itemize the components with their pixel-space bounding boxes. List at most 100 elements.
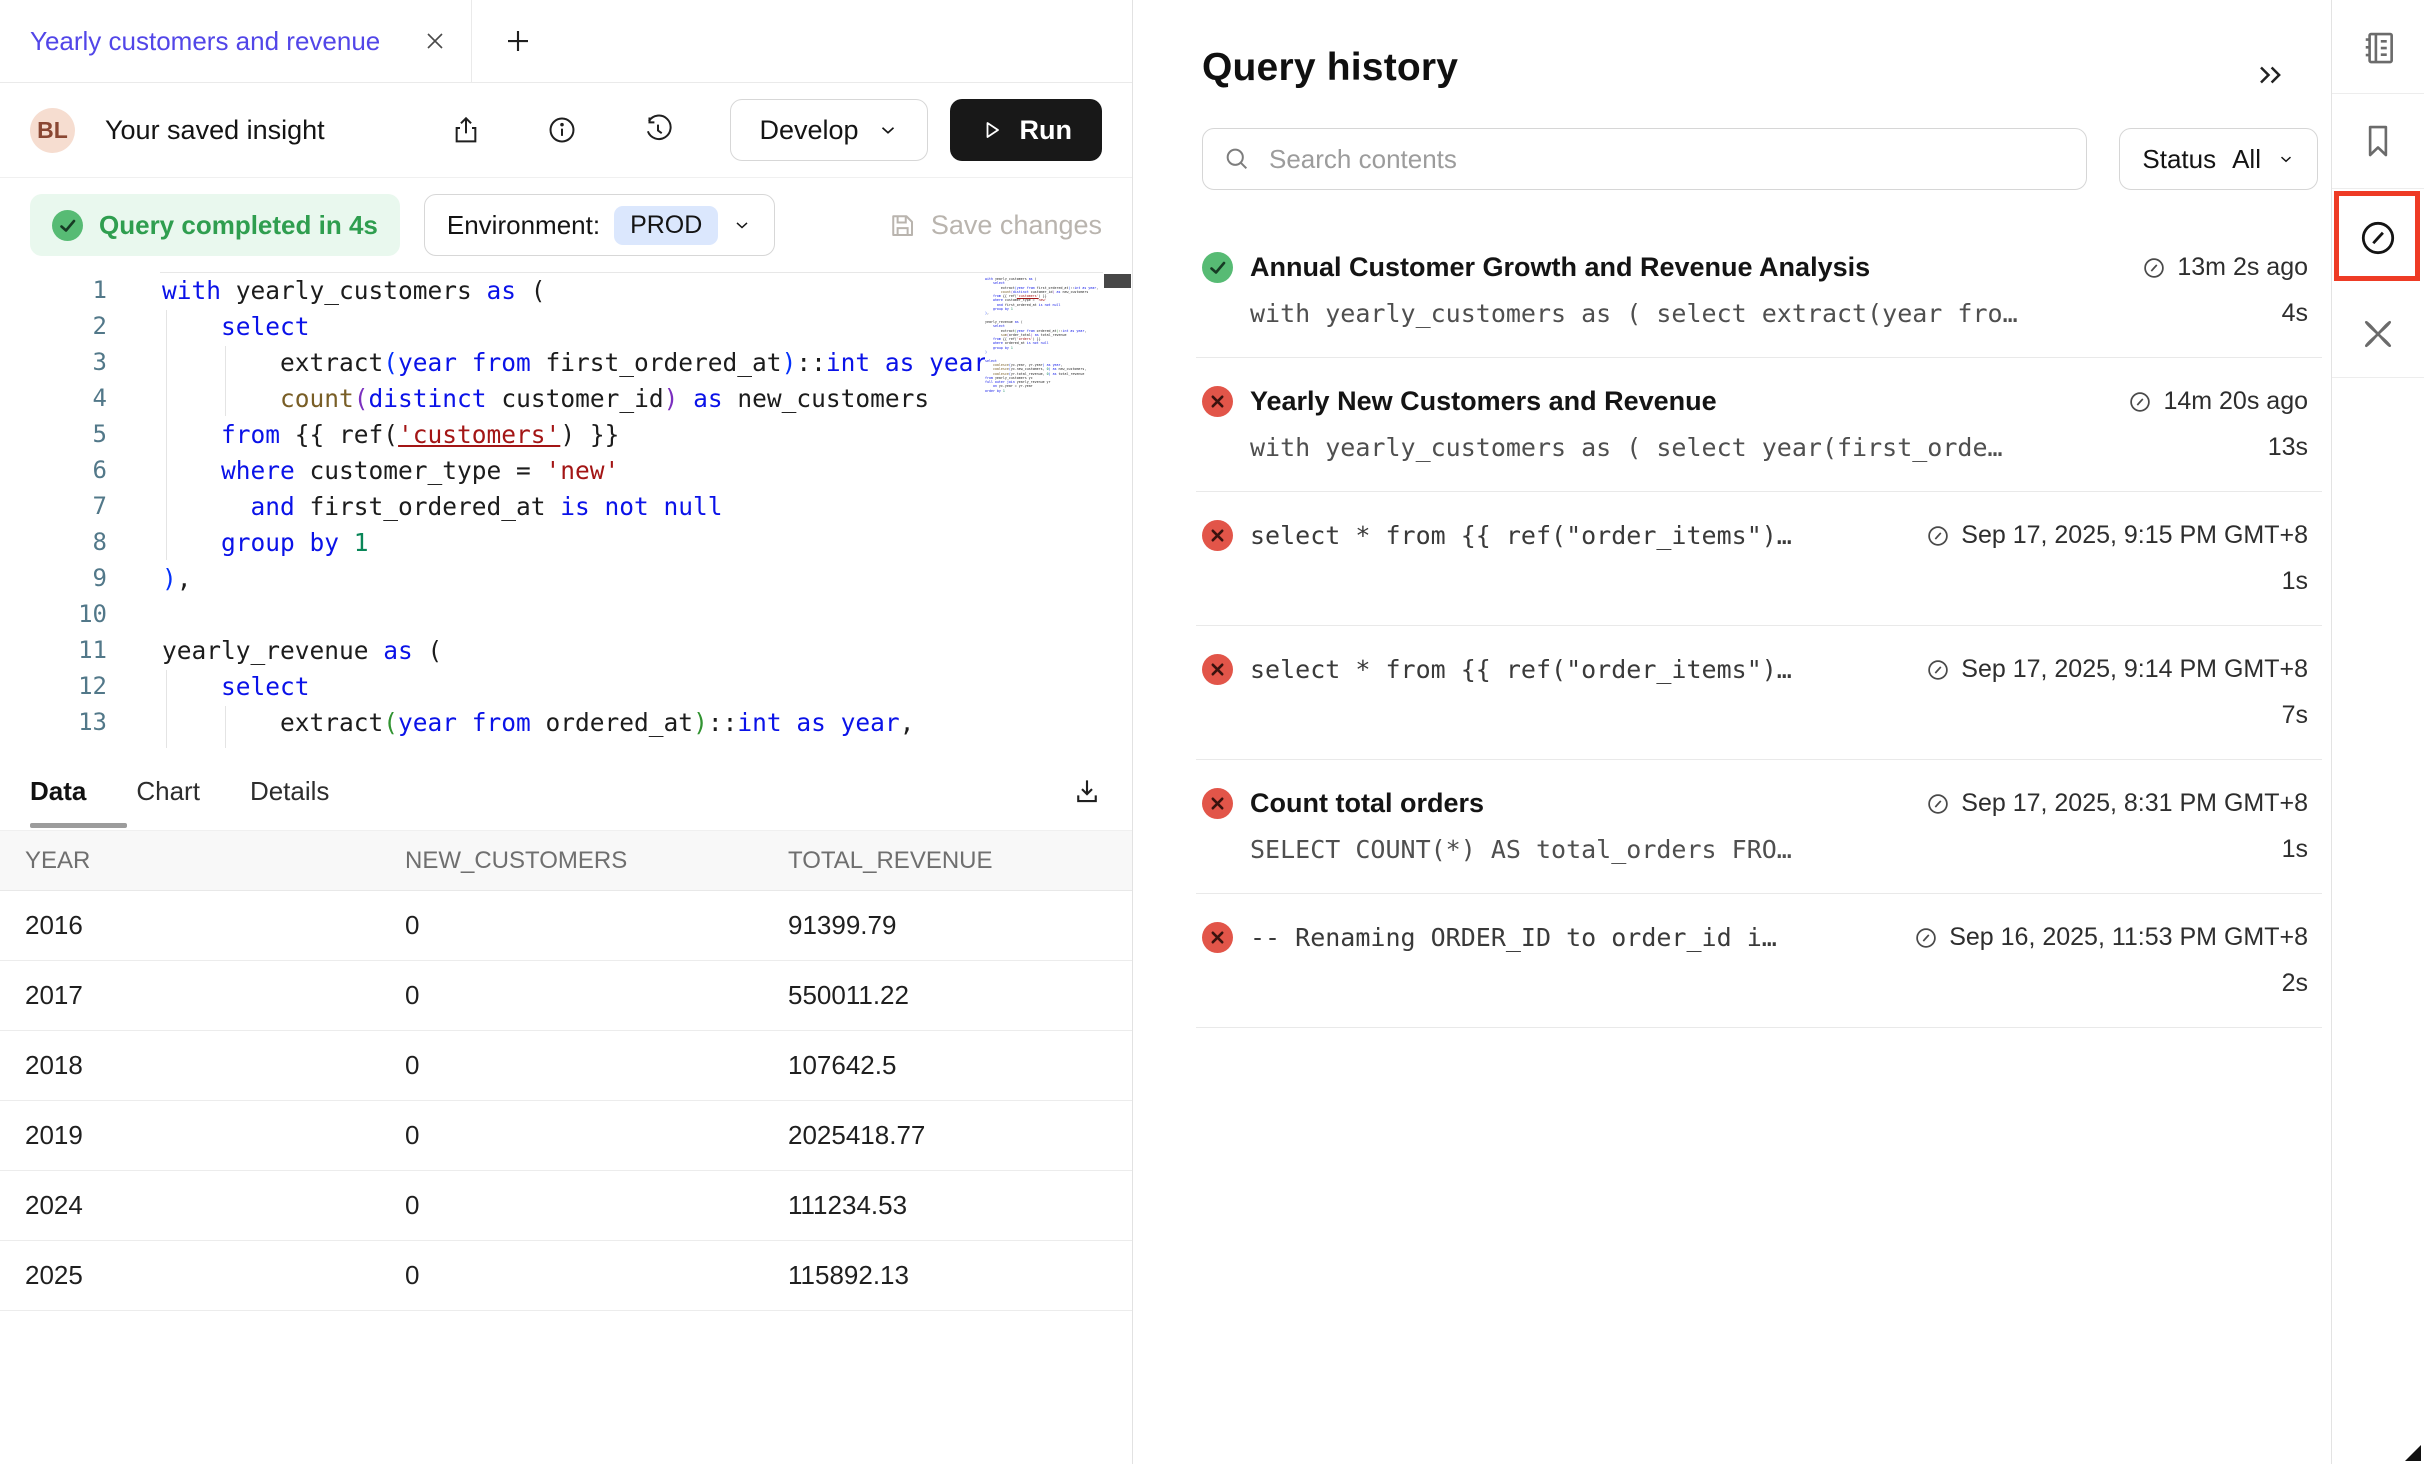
download-icon[interactable]	[1072, 776, 1102, 806]
history-item-title: Yearly New Customers and Revenue	[1250, 386, 1717, 417]
results-panel: DataChartDetails YEARNEW_CUSTOMERSTOTAL_…	[0, 752, 1132, 1311]
panel-title: Query history	[1202, 46, 1458, 90]
line-number: 3	[0, 348, 107, 376]
annotation-highlight	[2334, 191, 2420, 281]
table-row: 20170550011.22	[0, 961, 1132, 1031]
history-item[interactable]: -- Renaming ORDER_ID to order_id i…Sep 1…	[1196, 894, 2322, 1028]
run-label: Run	[1020, 115, 1072, 146]
code-line[interactable]: 12 select	[0, 668, 1132, 704]
sql-code-editor[interactable]: 1with yearly_customers as (2 select3 ext…	[0, 272, 1132, 752]
save-changes-button[interactable]: Save changes	[887, 210, 1102, 241]
run-button[interactable]: Run	[950, 99, 1102, 161]
line-number: 2	[0, 312, 107, 340]
history-item-title: select * from {{ ref("order_items")…	[1250, 521, 1792, 550]
table-cell: 0	[380, 1120, 763, 1151]
scrollbar-thumb[interactable]	[1104, 274, 1131, 288]
environment-value: PROD	[614, 206, 718, 245]
bookmark-icon[interactable]	[2332, 120, 2424, 162]
history-item[interactable]: Count total ordersSep 17, 2025, 8:31 PM …	[1196, 760, 2322, 894]
table-row: 20250115892.13	[0, 1241, 1132, 1311]
code-line[interactable]: 5 from {{ ref('customers') }}	[0, 416, 1132, 452]
history-item[interactable]: select * from {{ ref("order_items")… Sep …	[1196, 492, 2322, 626]
table-cell: 2018	[0, 1050, 380, 1081]
divider	[2332, 188, 2424, 189]
history-item-duration: 13s	[2268, 433, 2308, 462]
history-item-duration: 1s	[2282, 567, 2308, 596]
share-icon[interactable]	[450, 114, 482, 146]
collapse-panel-icon[interactable]	[2254, 60, 2288, 90]
line-number: 9	[0, 564, 107, 592]
code-line[interactable]: 9),	[0, 560, 1132, 596]
table-cell: 0	[380, 980, 763, 1011]
tab-bar: Yearly customers and revenue	[0, 0, 1132, 83]
x-circle-icon	[1202, 386, 1233, 417]
clock-icon	[1925, 657, 1951, 683]
search-box	[1202, 128, 2087, 190]
table-cell: 115892.13	[763, 1260, 1132, 1291]
history-item-duration: 1s	[2282, 835, 2308, 864]
table-cell: 0	[380, 1050, 763, 1081]
tab-close-icon[interactable]	[423, 29, 447, 53]
history-item-duration: 2s	[2282, 969, 2308, 998]
line-number: 12	[0, 672, 107, 700]
chevron-down-icon	[2277, 150, 2295, 168]
history-list: Annual Customer Growth and Revenue Analy…	[1196, 224, 2322, 1028]
history-item-duration: 4s	[2282, 299, 2308, 328]
notebook-icon[interactable]	[2332, 27, 2424, 69]
clock-icon	[2141, 255, 2167, 281]
history-item[interactable]: Yearly New Customers and Revenue14m 20s …	[1196, 358, 2322, 492]
editor-scrollbar[interactable]	[1103, 272, 1132, 752]
line-number: 7	[0, 492, 107, 520]
table-cell: 0	[380, 1190, 763, 1221]
table-row: 201902025418.77	[0, 1101, 1132, 1171]
code-line[interactable]: 4 count(distinct customer_id) as new_cus…	[0, 380, 1132, 416]
status-filter[interactable]: Status All	[2119, 128, 2318, 190]
code-line[interactable]: 11yearly_revenue as (	[0, 632, 1132, 668]
search-input[interactable]	[1269, 144, 2066, 175]
table-cell: 550011.22	[763, 980, 1132, 1011]
status-filter-label: Status	[2142, 144, 2216, 175]
line-number: 10	[0, 600, 107, 628]
new-tab-button[interactable]	[472, 0, 564, 82]
table-row: 20240111234.53	[0, 1171, 1132, 1241]
insight-header: BL Your saved insight Develop Run	[0, 83, 1132, 178]
tab-title: Yearly customers and revenue	[30, 26, 403, 57]
table-cell: 2025418.77	[763, 1120, 1132, 1151]
code-line[interactable]: 3 extract(year from first_ordered_at)::i…	[0, 344, 1132, 380]
tab-details[interactable]: Details	[250, 776, 329, 807]
environment-select[interactable]: Environment: PROD	[424, 194, 775, 256]
code-line[interactable]: 1with yearly_customers as (	[0, 272, 1132, 308]
clock-icon	[2127, 389, 2153, 415]
code-line[interactable]: 10	[0, 596, 1132, 632]
editor-pane: Yearly customers and revenue BL Your sav…	[0, 0, 1133, 1464]
indent-guide	[225, 706, 226, 748]
editor-minimap[interactable]: with yearly_customers as ( select extrac…	[985, 274, 1103, 748]
version-history-icon[interactable]	[642, 114, 674, 146]
column-header: YEAR	[0, 847, 380, 875]
code-line[interactable]: 6 where customer_type = 'new'	[0, 452, 1132, 488]
divider	[2332, 93, 2424, 94]
history-item-sql-preview: with yearly_customers as ( select extrac…	[1250, 299, 2018, 328]
info-icon[interactable]	[546, 114, 578, 146]
divider	[2332, 377, 2424, 378]
x-circle-icon	[1202, 788, 1233, 819]
tab-chart[interactable]: Chart	[136, 776, 200, 807]
history-item[interactable]: Annual Customer Growth and Revenue Analy…	[1196, 224, 2322, 358]
tab-yearly-customers-and-revenue[interactable]: Yearly customers and revenue	[0, 0, 472, 82]
history-item-time: Sep 17, 2025, 9:15 PM GMT+8	[1961, 521, 2308, 550]
explore-icon[interactable]	[2332, 313, 2424, 355]
table-cell: 2025	[0, 1260, 380, 1291]
history-item[interactable]: select * from {{ ref("order_items")…Sep …	[1196, 626, 2322, 760]
code-line[interactable]: 13 extract(year from ordered_at)::int as…	[0, 704, 1132, 740]
query-status-text: Query completed in 4s	[99, 210, 378, 241]
plus-icon	[503, 26, 533, 56]
code-line[interactable]: 7 and first_ordered_at is not null	[0, 488, 1132, 524]
tab-data[interactable]: Data	[30, 776, 86, 807]
code-line[interactable]: 2 select	[0, 308, 1132, 344]
status-filter-value: All	[2232, 144, 2261, 175]
history-item-title: Annual Customer Growth and Revenue Analy…	[1250, 252, 1870, 283]
code-line[interactable]: 8 group by 1	[0, 524, 1132, 560]
table-body: 2016091399.7920170550011.2220180107642.5…	[0, 891, 1132, 1311]
develop-button[interactable]: Develop	[730, 99, 927, 161]
chevron-down-icon	[877, 119, 899, 141]
